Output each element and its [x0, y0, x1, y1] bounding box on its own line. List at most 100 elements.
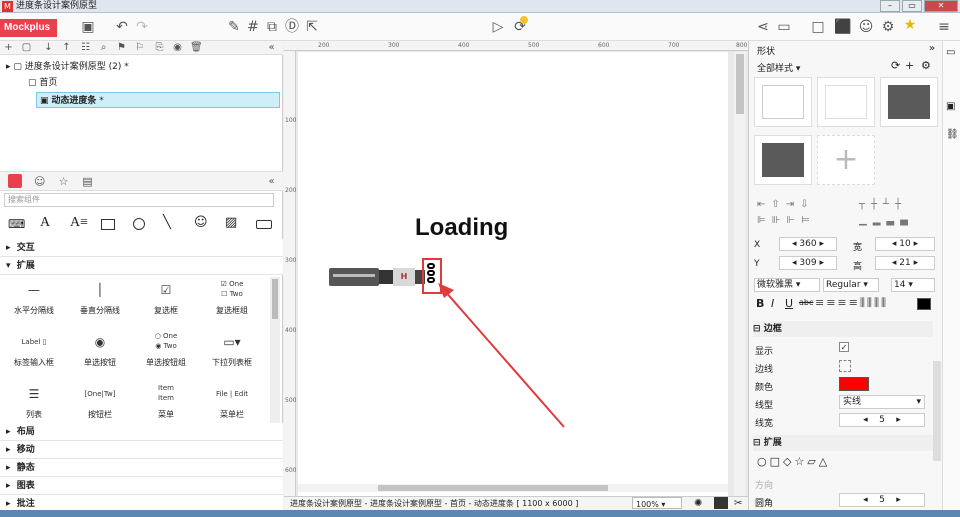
edge-selector[interactable] [839, 360, 851, 372]
flag-outline-icon[interactable]: ⚐ [134, 42, 145, 53]
style-preset-white[interactable] [754, 77, 812, 127]
minimize-button[interactable]: – [880, 0, 900, 12]
visibility-icon[interactable]: ◉ [172, 42, 183, 53]
font-family-select[interactable]: 微软雅黑 ▾ [754, 278, 820, 292]
italic-button[interactable]: I [771, 297, 774, 310]
undo-icon[interactable]: ↶ [114, 19, 130, 35]
style-filter-dropdown[interactable]: 全部样式 ▾ [757, 61, 800, 74]
distribute-tools-row-2[interactable]: ▁▂▃▄ [859, 215, 914, 226]
component-checkbox-group[interactable]: ☑ One ☐ Two 复选框组 [200, 275, 264, 327]
align-tools-row-1[interactable]: ⇤⇧⇥⇩ [757, 199, 815, 210]
delete-icon[interactable]: 🗑 [190, 42, 203, 53]
component-radio[interactable]: ◉ 单选按钮 [68, 327, 132, 379]
text-color-swatch[interactable] [917, 298, 931, 310]
move-down-icon[interactable]: ↓ [43, 42, 54, 53]
category-extend[interactable]: ▾ 扩展 [0, 257, 283, 275]
corner-radius-field[interactable]: ◂ 5 ▸ [839, 493, 925, 507]
label-widget-icon[interactable]: ⌨ [8, 217, 25, 231]
save-icon[interactable]: ▣ [80, 19, 96, 35]
tree-icon[interactable]: ☷ [80, 42, 91, 53]
width-field[interactable]: ◂ 10 ▸ [875, 237, 935, 251]
paragraph-widget-icon[interactable]: A≡ [70, 215, 88, 231]
zoom-select[interactable]: 100% ▾ [632, 497, 682, 509]
component-scrollbar[interactable] [270, 277, 280, 425]
component-hr[interactable]: — 水平分隔线 [2, 275, 66, 327]
line-widget-icon[interactable]: ╲ [163, 215, 171, 230]
search-icon[interactable]: ⌕ [98, 42, 109, 53]
font-style-select[interactable]: Regular ▾ [823, 278, 879, 292]
scrollbar-thumb[interactable] [736, 54, 744, 114]
category-layout[interactable]: ▸ 布局 [0, 423, 283, 441]
tree-page-home[interactable]: ▢ 首页 [28, 75, 57, 91]
favorites-tab-icon[interactable]: ☆ [58, 176, 69, 187]
grid-icon[interactable]: # [245, 19, 261, 35]
category-interaction[interactable]: ▸ 交互 [0, 239, 283, 257]
style-settings-icon[interactable]: ⚙ [921, 59, 931, 72]
y-field[interactable]: ◂ 309 ▸ [779, 256, 837, 270]
align-tools-row-2[interactable]: ⊫⊪⊩⊨ [757, 215, 816, 226]
show-border-checkbox[interactable]: ✓ [839, 342, 849, 352]
star-icon[interactable]: ★ [902, 17, 918, 33]
component-checkbox[interactable]: ☑ 复选框 [134, 275, 198, 327]
align-icon[interactable]: ⧉ [264, 19, 280, 35]
redo-icon[interactable]: ↷ [134, 19, 150, 35]
height-field[interactable]: ◂ 21 ▸ [875, 256, 935, 270]
move-up-icon[interactable]: ↑ [61, 42, 72, 53]
component-radio-group[interactable]: ○ One ◉ Two 单选按钮组 [134, 327, 198, 379]
extend-section-header[interactable]: ⊟ 扩展 [753, 435, 933, 451]
properties-scrollbar[interactable] [933, 361, 941, 461]
shape-type-selector[interactable]: ○□◇☆▱△ [757, 455, 830, 468]
panel-toggle-icon[interactable]: ▭ [946, 47, 955, 58]
dark-mode-icon[interactable] [714, 497, 728, 509]
notes-icon[interactable]: ▣ [946, 101, 955, 112]
flag-icon[interactable]: ⚑ [116, 42, 127, 53]
team-icon[interactable]: ⬛ [834, 19, 851, 35]
collapse-components-icon[interactable]: « [266, 176, 277, 187]
strikethrough-button[interactable]: abc [799, 298, 813, 307]
settings-icon[interactable]: ⚙ [880, 19, 896, 35]
components-tab-icon[interactable] [8, 174, 22, 188]
brand-menu-button[interactable]: Mockplus ▾ [0, 19, 57, 51]
share-icon[interactable]: ⋖ [755, 19, 771, 35]
component-search-input[interactable]: 搜索组件 [4, 193, 274, 207]
underline-button[interactable]: U [785, 297, 793, 310]
border-section-header[interactable]: ⊟ 边框 [753, 321, 933, 337]
component-dropdown[interactable]: ▭▾ 下拉列表框 [200, 327, 264, 379]
category-mobile[interactable]: ▸ 移动 [0, 441, 283, 459]
tools-icon[interactable]: ✂ [734, 497, 742, 510]
media-tab-icon[interactable]: ▤ [82, 176, 93, 187]
fit-icon[interactable]: ✺ [694, 497, 702, 510]
component-vr[interactable]: │ 垂直分隔线 [68, 275, 132, 327]
text-widget-icon[interactable]: A [40, 215, 50, 231]
panel-collapse-icon[interactable]: » [929, 43, 935, 54]
add-page-icon[interactable]: + [3, 42, 14, 53]
menu-icon[interactable]: ≡ [936, 19, 952, 35]
emoji-tab-icon[interactable]: ☺ [34, 176, 45, 187]
ellipse-widget-icon[interactable] [133, 218, 145, 230]
refresh-icon[interactable]: ⟳ [891, 59, 900, 72]
distribute-tools-row-1[interactable]: ┬┼┴┼ [859, 199, 907, 210]
scrollbar-thumb[interactable] [378, 485, 608, 491]
maximize-button[interactable]: ▭ [902, 0, 922, 12]
monitor-icon[interactable]: ▭ [776, 19, 792, 35]
text-align-icons[interactable]: ≡≡≡≡⫼⫼⫼⫼ [815, 296, 888, 310]
format-painter-icon[interactable]: ✎ [226, 19, 242, 35]
canvas-horizontal-scrollbar[interactable] [298, 484, 728, 492]
account-icon[interactable]: ☺ [858, 19, 874, 35]
bold-button[interactable]: B [756, 297, 764, 310]
component-label-input[interactable]: Label ▯ 标签输入框 [2, 327, 66, 379]
line-width-field[interactable]: ◂ 5 ▸ [839, 413, 925, 427]
canvas-vertical-scrollbar[interactable] [734, 52, 746, 496]
button-widget-icon[interactable] [256, 220, 272, 229]
image-widget-icon[interactable]: ▨ [225, 215, 237, 230]
style-preset-dark[interactable] [880, 77, 938, 127]
tree-project[interactable]: ▸ ▢ 进度条设计案例原型 (2) * [6, 59, 129, 75]
export-icon[interactable]: ⇱ [304, 19, 320, 35]
close-button[interactable]: ✕ [924, 0, 958, 12]
d-mode-icon[interactable]: Ⓓ [284, 19, 300, 35]
icon-widget-icon[interactable]: ☺ [194, 215, 208, 230]
copy-icon[interactable]: ⎘ [154, 42, 165, 53]
category-charts[interactable]: ▸ 图表 [0, 477, 283, 495]
line-type-select[interactable]: 实线 ▾ [839, 395, 925, 409]
run-icon[interactable]: ▷ [490, 19, 506, 35]
